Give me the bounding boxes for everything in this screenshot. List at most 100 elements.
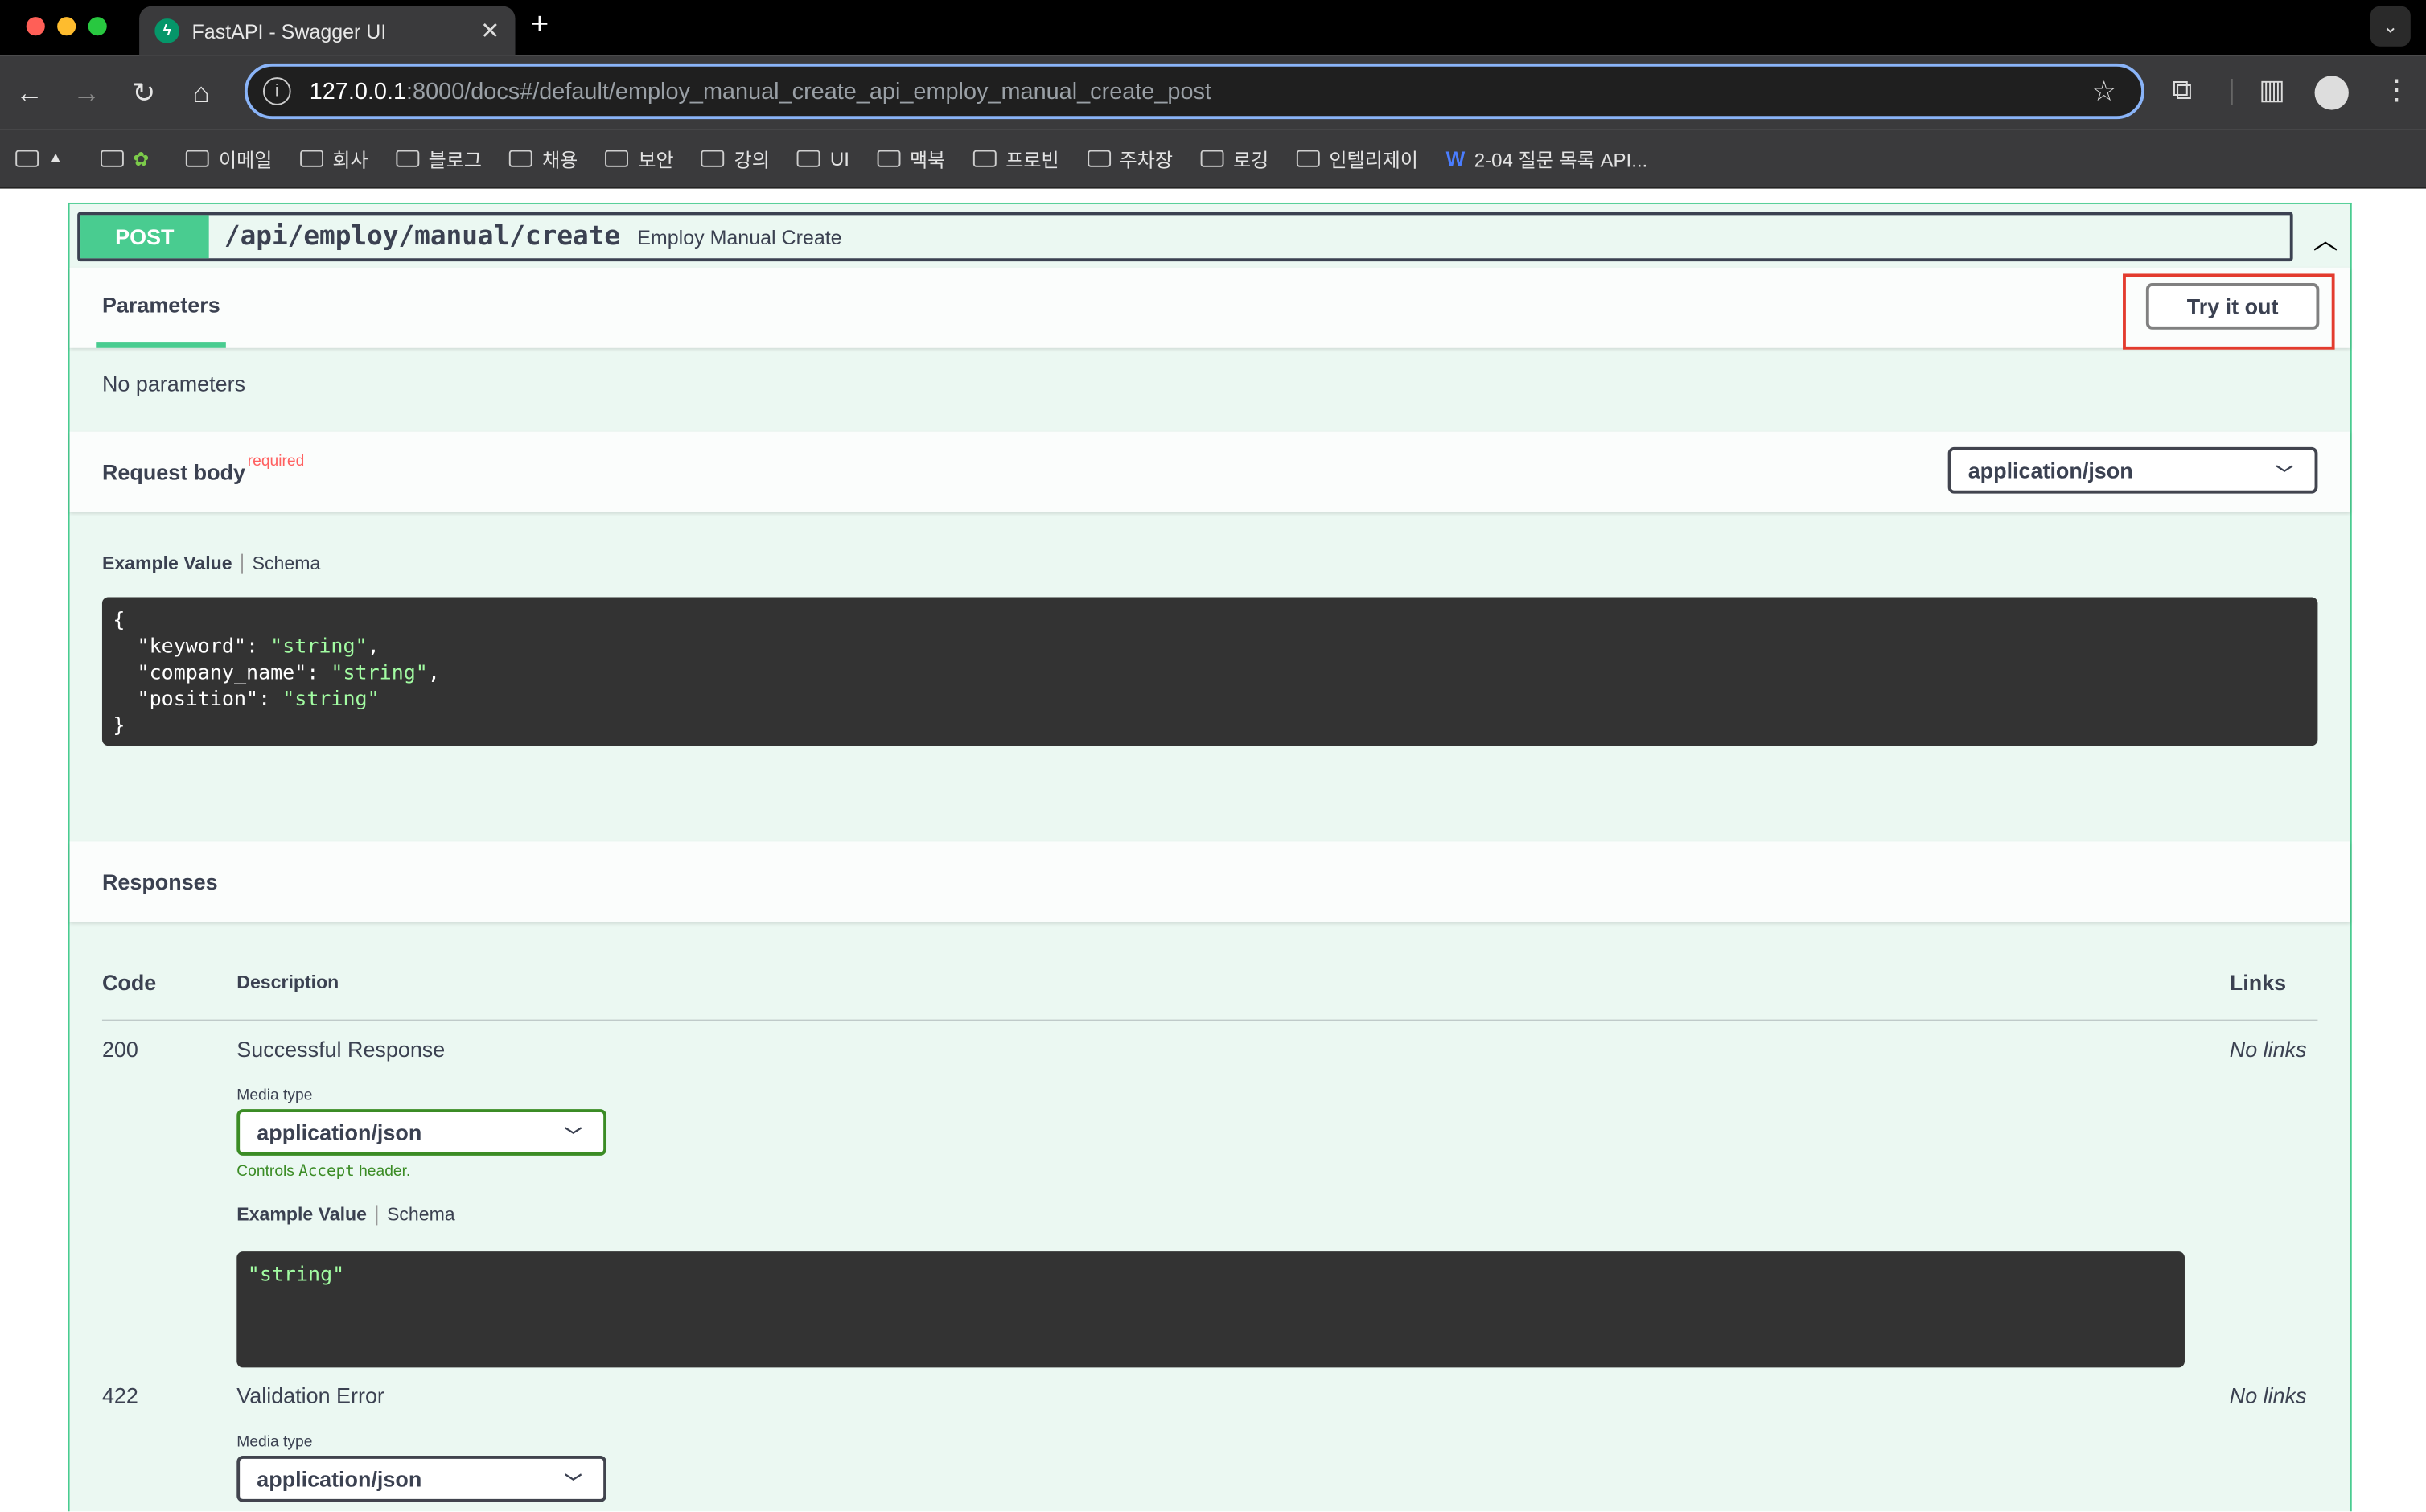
response-media-type-select-200[interactable]: application/json ﹀ xyxy=(236,1109,607,1156)
bookmark-folder-probin[interactable]: 프로빈 xyxy=(972,144,1059,174)
operation-path: /api/employ/manual/create xyxy=(224,221,621,253)
bookmark-folder-1[interactable]: ▲ xyxy=(15,150,72,167)
tab-close-icon[interactable]: ✕ xyxy=(480,17,500,45)
folder-icon xyxy=(1200,150,1224,167)
tab-title: FastAPI - Swagger UI xyxy=(191,19,387,43)
reload-icon[interactable]: ↻ xyxy=(125,74,162,111)
request-content-type-value: application/json xyxy=(1968,458,2133,483)
example-value-tab[interactable]: Example Value xyxy=(102,553,232,574)
no-parameters-text: No parameters xyxy=(101,371,246,396)
bookmark-question-list-api[interactable]: W 2-04 질문 목록 API... xyxy=(1446,144,1648,174)
request-body-header: Request body required application/json ﹀ xyxy=(69,431,2350,512)
schema-tab[interactable]: Schema xyxy=(387,1203,455,1225)
close-window-button[interactable] xyxy=(26,17,45,36)
try-it-out-button[interactable]: Try it out xyxy=(2145,283,2320,330)
bookmark-folder-security[interactable]: 보안 xyxy=(605,144,674,174)
site-info-icon[interactable]: i xyxy=(262,77,291,105)
bookmark-folder-company[interactable]: 회사 xyxy=(299,144,368,174)
browser-toolbar: ← → ↻ ⌂ i 127.0.0.1:8000/docs#/default/e… xyxy=(0,55,2426,130)
folder-icon xyxy=(701,150,726,167)
response-links-200: No links xyxy=(2229,1036,2307,1062)
response-code-200: 200 xyxy=(101,1036,138,1062)
operation-block-post: POST /api/employ/manual/create Employ Ma… xyxy=(68,202,2352,1512)
bookmark-folder-blog[interactable]: 블로그 xyxy=(396,144,482,174)
profile-avatar-icon[interactable] xyxy=(2314,76,2349,110)
folder-icon xyxy=(186,150,210,167)
folder-icon xyxy=(605,150,629,167)
request-example-tabs: Example Value Schema xyxy=(102,553,320,574)
back-arrow-icon[interactable]: ← xyxy=(10,74,47,111)
folder-icon xyxy=(877,150,901,167)
swagger-content: POST /api/employ/manual/create Employ Ma… xyxy=(0,188,2426,1512)
address-bar[interactable]: i 127.0.0.1:8000/docs#/default/employ_ma… xyxy=(244,63,2144,120)
responses-title: Responses xyxy=(101,869,218,894)
bookmark-folder-2[interactable]: ✿ xyxy=(100,147,158,171)
response-links-422: No links xyxy=(2229,1383,2307,1408)
chevron-down-icon: ﹀ xyxy=(565,1474,582,1494)
description-column-header: Description xyxy=(236,971,339,993)
operation-summary[interactable]: POST /api/employ/manual/create Employ Ma… xyxy=(77,212,2293,262)
chevron-down-icon: ﹀ xyxy=(2276,465,2293,485)
links-column-header: Links xyxy=(2229,970,2287,995)
home-icon[interactable]: ⌂ xyxy=(183,74,220,111)
folder-icon xyxy=(299,150,323,167)
schema-tab[interactable]: Schema xyxy=(253,553,321,574)
browser-tab-active[interactable]: ϟ FastAPI - Swagger UI ✕ xyxy=(139,6,516,56)
folder-icon xyxy=(509,150,533,167)
response-code-422: 422 xyxy=(101,1383,138,1408)
bookmark-folder-email[interactable]: 이메일 xyxy=(186,144,272,174)
bookmarks-bar: ▲ ✿ 이메일 회사 블로그 채용 보안 강의 UI 맥북 프로빈 주차장 로깅… xyxy=(0,129,2426,189)
new-tab-button[interactable]: + xyxy=(531,8,549,43)
response-example-code-200: "string" xyxy=(236,1251,2185,1368)
forward-arrow-icon[interactable]: → xyxy=(68,74,105,111)
maximize-window-button[interactable] xyxy=(88,17,107,36)
request-body-title: Request body xyxy=(101,459,246,485)
bookmark-folder-ui[interactable]: UI xyxy=(797,148,849,170)
tab-separator xyxy=(376,1204,378,1225)
more-menu-icon[interactable]: ⋮ xyxy=(2383,74,2411,106)
request-content-type-select[interactable]: application/json ﹀ xyxy=(1947,446,2318,494)
folder-icon xyxy=(100,150,124,167)
bookmark-folder-intellij[interactable]: 인텔리제이 xyxy=(1296,144,1418,174)
sprout-icon: ✿ xyxy=(133,148,150,171)
parameters-tab[interactable]: Parameters xyxy=(102,293,220,318)
collapse-chevron-up-icon[interactable]: ︿ xyxy=(2313,220,2338,257)
parameters-tab-underline xyxy=(96,342,226,348)
response-media-type-select-422[interactable]: application/json ﹀ xyxy=(236,1456,607,1502)
response-media-type-value: application/json xyxy=(257,1120,422,1145)
responses-header: Responses xyxy=(69,841,2350,922)
example-value-tab[interactable]: Example Value xyxy=(236,1203,367,1225)
folder-icon xyxy=(1296,150,1320,167)
operation-summary-text: Employ Manual Create xyxy=(637,224,842,249)
media-type-label: Media type xyxy=(236,1087,313,1105)
responses-table-header: Code Description Links xyxy=(101,970,2318,1021)
side-panel-icon[interactable]: ▥ xyxy=(2259,74,2285,106)
bookmark-folder-hiring[interactable]: 채용 xyxy=(509,144,578,174)
bookmark-folder-parking[interactable]: 주차장 xyxy=(1087,144,1173,174)
toolbar-divider: | xyxy=(2227,74,2235,105)
folder-icon xyxy=(797,150,821,167)
response-description-200: Successful Response xyxy=(236,1036,446,1062)
bookmark-star-icon[interactable]: ☆ xyxy=(2091,76,2116,108)
chevron-down-icon: ﹀ xyxy=(565,1128,582,1147)
url-host: 127.0.0.1 xyxy=(309,78,407,105)
screen: ϟ FastAPI - Swagger UI ✕ + ⌄ ← → ↻ ⌂ i 1… xyxy=(0,0,2426,1512)
request-example-code: { "keyword": "string", "company_name": "… xyxy=(101,597,2318,746)
required-label: required xyxy=(247,453,305,470)
response-description-422: Validation Error xyxy=(236,1383,384,1408)
controls-accept-note: Controls Accept header. xyxy=(236,1163,411,1181)
bookmark-folder-macbook[interactable]: 맥북 xyxy=(877,144,945,174)
extensions-puzzle-icon[interactable]: ⧉ xyxy=(2173,74,2193,106)
minimize-window-button[interactable] xyxy=(57,17,76,36)
folder-icon xyxy=(972,150,997,167)
response-media-type-value: application/json xyxy=(257,1466,422,1492)
bookmark-folder-logging[interactable]: 로깅 xyxy=(1200,144,1269,174)
tab-separator xyxy=(241,553,244,573)
response-example-tabs: Example Value Schema xyxy=(236,1203,454,1225)
folder-icon xyxy=(1087,150,1111,167)
folder-emoji-icon: ▲ xyxy=(47,150,64,167)
tab-search-chevron-icon[interactable]: ⌄ xyxy=(2370,6,2411,47)
bookmark-folder-lecture[interactable]: 강의 xyxy=(701,144,770,174)
folder-icon xyxy=(396,150,420,167)
browser-tab-bar: ϟ FastAPI - Swagger UI ✕ + ⌄ xyxy=(0,0,2426,56)
